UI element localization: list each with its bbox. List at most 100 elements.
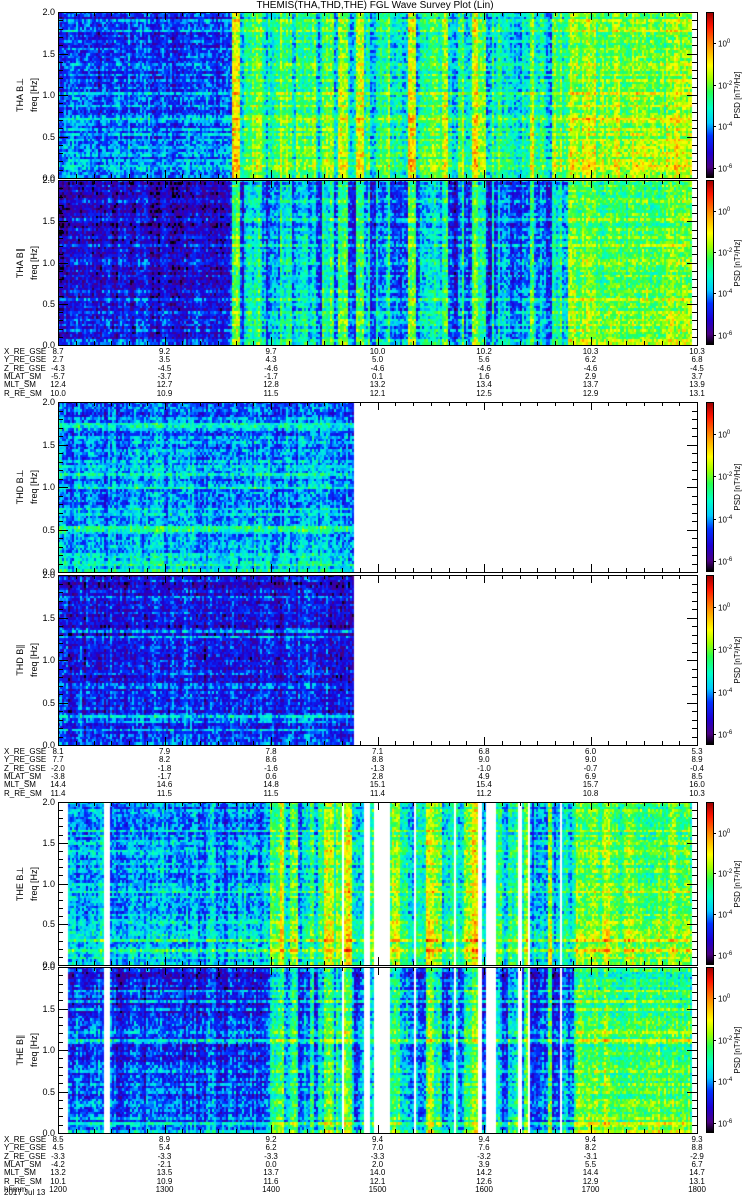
x-tick <box>430 802 432 806</box>
y-axis-label: THE B∥ <box>15 1034 25 1066</box>
y-tick <box>692 810 697 812</box>
y-tick <box>692 254 697 256</box>
y-axis-unit-label: freq [Hz] <box>29 78 39 113</box>
colorbar-exponent: 0 <box>726 429 731 436</box>
colorbar-exponent: 0 <box>726 994 731 1001</box>
y-tick <box>58 86 63 88</box>
x-tick <box>608 174 610 178</box>
colorbar-label: PSD [nT²/Hz] <box>733 238 742 287</box>
colorbar-tick-label: 10-6 <box>718 330 733 341</box>
x-tick <box>306 402 308 406</box>
colorbar-tick <box>714 832 716 834</box>
y-axis-label: THA B∥ <box>15 247 25 278</box>
x-tick <box>129 1129 130 1133</box>
y-tick <box>58 70 63 72</box>
x-tick <box>58 957 59 965</box>
x-tick <box>661 12 663 16</box>
x-tick <box>679 575 681 579</box>
x-tick <box>324 402 326 406</box>
y-tick <box>58 609 63 610</box>
colorbar <box>706 12 714 178</box>
x-tick <box>359 12 361 16</box>
colorbar-label: PSD [nT²/Hz] <box>733 463 742 511</box>
x-tick <box>448 568 450 572</box>
x-tick <box>359 967 361 971</box>
x-tick <box>590 802 592 810</box>
x-tick <box>466 575 468 579</box>
x-tick <box>75 174 77 178</box>
y-tick <box>58 1016 63 1018</box>
x-tick <box>359 568 361 572</box>
y-tick <box>692 991 697 993</box>
x-tick <box>484 402 485 410</box>
y-tick <box>692 495 697 497</box>
x-tick <box>466 180 468 184</box>
colorbar-tick <box>714 167 716 169</box>
y-tick <box>692 932 697 934</box>
x-tick <box>395 741 397 745</box>
colorbar-tick-label: 10-4 <box>718 687 733 698</box>
x-tick <box>164 402 166 410</box>
y-tick <box>692 312 697 313</box>
x-tick <box>253 967 255 971</box>
y-tick <box>58 103 63 105</box>
x-tick <box>608 802 610 806</box>
x-tick <box>519 967 521 971</box>
colorbar-exponent: 0 <box>726 828 731 835</box>
y-tick <box>692 153 697 155</box>
x-tick <box>324 802 326 806</box>
colorbar <box>706 802 714 965</box>
x-tick <box>146 967 148 971</box>
x-tick <box>466 341 468 345</box>
y-tick <box>58 478 63 480</box>
y-tick <box>692 287 697 289</box>
y-tick <box>692 677 697 678</box>
colorbar-tick-label: 100 <box>718 602 731 613</box>
colorbar-exponent: -4 <box>726 514 733 521</box>
x-tick <box>58 402 59 410</box>
x-tick <box>217 402 219 406</box>
x-tick <box>697 170 698 178</box>
y-tick <box>58 1091 68 1093</box>
y-tick <box>692 20 697 22</box>
x-tick <box>572 341 574 345</box>
ephemeris-value: 1600 <box>475 1184 493 1194</box>
x-tick <box>306 1129 308 1133</box>
x-tick <box>590 402 592 410</box>
colorbar-tick <box>714 606 716 608</box>
y-tick <box>58 983 63 985</box>
x-tick <box>413 568 414 572</box>
x-tick <box>342 961 343 965</box>
x-tick <box>129 802 130 806</box>
x-tick <box>200 341 201 345</box>
x-tick <box>519 174 521 178</box>
colorbar-tick-label: 10-2 <box>718 472 733 483</box>
x-tick <box>697 802 698 810</box>
x-tick <box>146 341 148 345</box>
x-tick <box>572 961 574 965</box>
x-tick <box>111 180 113 184</box>
x-tick <box>217 967 219 971</box>
colorbar-exponent: -6 <box>726 950 733 957</box>
y-tick <box>692 328 697 330</box>
x-tick <box>555 961 556 965</box>
x-tick <box>164 12 166 20</box>
x-tick <box>288 402 290 406</box>
x-tick <box>572 180 574 184</box>
y-tick <box>58 899 63 901</box>
x-tick <box>306 741 308 745</box>
x-tick <box>111 568 113 572</box>
y-tick-label: 2.0 <box>42 570 55 580</box>
x-tick <box>306 967 308 971</box>
y-tick <box>692 818 697 820</box>
x-tick <box>537 741 539 745</box>
y-tick <box>687 221 697 223</box>
y-tick <box>58 965 68 966</box>
y-tick <box>58 546 63 548</box>
x-tick <box>129 174 130 178</box>
x-tick <box>253 1129 255 1133</box>
x-tick <box>182 967 184 971</box>
x-tick <box>306 341 308 345</box>
y-tick <box>58 1033 63 1035</box>
y-tick <box>687 702 697 704</box>
